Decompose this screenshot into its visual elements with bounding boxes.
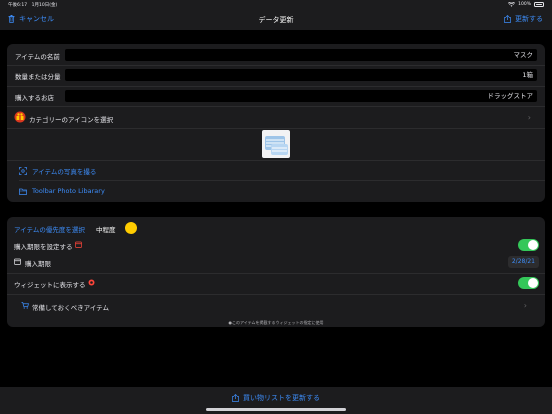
widget-toggle-label: ウィジェットに表示する bbox=[14, 281, 86, 289]
calendar-icon bbox=[75, 241, 82, 248]
field-label-store: 購入するお店 bbox=[15, 94, 54, 102]
widget-footnote: ●このアイテムを掲載するウィジェットの指定に使用 bbox=[228, 320, 324, 325]
divider bbox=[7, 273, 545, 274]
divider bbox=[7, 128, 545, 129]
mask-photo-icon bbox=[265, 136, 288, 155]
chevron-right-icon: › bbox=[523, 301, 527, 310]
field-row-quantity: 数量または分量 1箱 bbox=[7, 69, 545, 81]
update-shopping-list-button[interactable]: 買い物リストを更新する bbox=[0, 393, 552, 403]
home-indicator bbox=[206, 408, 346, 411]
item-options-card: アイテムの優先度を選択 中程度 購入期限を設定する 購入期限 2/28/21 ウ… bbox=[7, 217, 545, 327]
cart-icon bbox=[21, 302, 29, 309]
priority-value: 中程度 bbox=[96, 226, 116, 234]
status-right: 100% bbox=[508, 2, 544, 7]
item-photo bbox=[262, 130, 290, 158]
divider bbox=[19, 180, 545, 181]
deadline-date-row: 購入期限 2/28/21 bbox=[7, 255, 545, 269]
divider bbox=[7, 65, 545, 66]
take-photo-label: アイテムの写真を撮る bbox=[32, 168, 97, 176]
deadline-toggle-label: 購入期限を設定する bbox=[14, 243, 73, 251]
field-row-name: アイテムの名前 マスク bbox=[7, 49, 545, 61]
wifi-icon bbox=[508, 2, 516, 7]
share-icon bbox=[504, 15, 511, 23]
take-photo-button[interactable]: アイテムの写真を撮る bbox=[19, 166, 96, 176]
quantity-input[interactable]: 1箱 bbox=[65, 69, 537, 81]
priority-row[interactable]: アイテムの優先度を選択 中程度 bbox=[7, 220, 545, 234]
folder-icon bbox=[19, 188, 27, 195]
deadline-toggle-row: 購入期限を設定する bbox=[7, 238, 545, 252]
photo-library-button[interactable]: Toolbar Photo Libarary bbox=[19, 187, 105, 195]
navigation-bar: キャンセル データ更新 更新する bbox=[0, 9, 552, 30]
battery-icon bbox=[534, 2, 544, 7]
widget-toggle-row: ウィジェットに表示する bbox=[7, 276, 545, 290]
photo-library-label: Toolbar Photo Libarary bbox=[32, 187, 105, 195]
category-select-row[interactable]: カテゴリーのアイコンを選択 › bbox=[7, 107, 545, 128]
stock-item-row[interactable]: 常備しておくべきアイテム › bbox=[7, 297, 545, 315]
deadline-date-picker[interactable]: 2/28/21 bbox=[507, 256, 539, 268]
category-icon bbox=[14, 111, 26, 123]
divider bbox=[7, 294, 545, 295]
camera-viewfinder-icon bbox=[19, 167, 27, 175]
battery-percent: 100% bbox=[518, 2, 531, 7]
deadline-toggle[interactable] bbox=[518, 239, 539, 251]
deadline-date-label: 購入期限 bbox=[25, 260, 51, 268]
stock-item-label: 常備しておくべきアイテム bbox=[32, 304, 109, 312]
priority-label[interactable]: アイテムの優先度を選択 bbox=[14, 224, 85, 234]
chevron-right-icon: › bbox=[527, 113, 531, 122]
field-label-quantity: 数量または分量 bbox=[15, 73, 61, 81]
divider bbox=[7, 160, 545, 161]
item-name-input[interactable]: マスク bbox=[65, 49, 537, 61]
update-shopping-list-label: 買い物リストを更新する bbox=[243, 394, 320, 402]
record-circle-icon bbox=[88, 279, 95, 286]
update-label: 更新する bbox=[515, 15, 543, 23]
widget-toggle[interactable] bbox=[518, 277, 539, 289]
calendar-small-icon bbox=[14, 258, 21, 265]
store-input[interactable]: ドラッグストア bbox=[65, 90, 537, 102]
update-button[interactable]: 更新する bbox=[504, 14, 543, 24]
page-title: データ更新 bbox=[258, 16, 294, 24]
status-bar: 午後6:17 1月10日(金) 100% bbox=[0, 0, 552, 9]
priority-dot bbox=[125, 222, 137, 234]
status-time: 午後6:17 1月10日(金) bbox=[8, 3, 58, 8]
divider bbox=[7, 86, 545, 87]
bottom-toolbar: 買い物リストを更新する bbox=[0, 387, 552, 414]
field-label-name: アイテムの名前 bbox=[15, 53, 60, 61]
share-icon bbox=[232, 394, 239, 402]
category-label: カテゴリーのアイコンを選択 bbox=[29, 116, 114, 124]
item-details-card: アイテムの名前 マスク 数量または分量 1箱 購入するお店 ドラッグストア カテ… bbox=[7, 44, 545, 202]
field-row-store: 購入するお店 ドラッグストア bbox=[7, 90, 545, 102]
